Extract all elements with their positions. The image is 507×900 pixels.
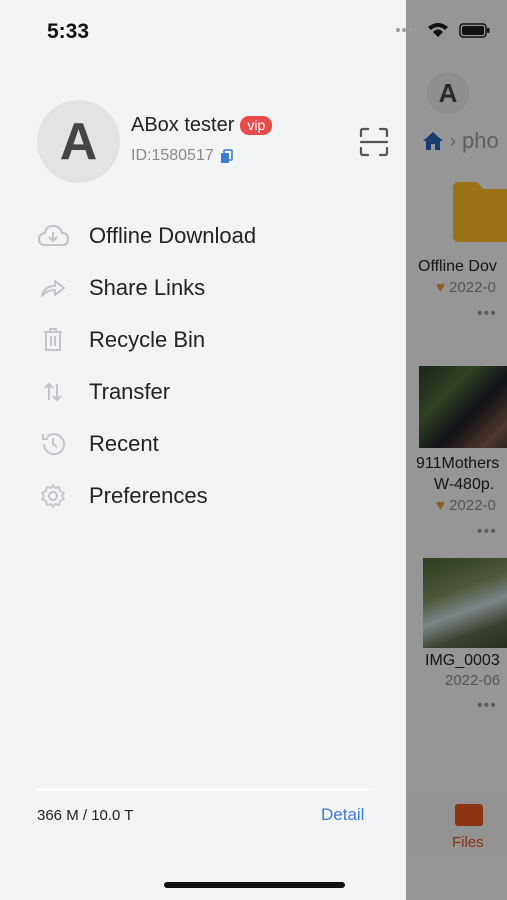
- scan-icon[interactable]: [358, 126, 390, 158]
- history-clock-icon: [37, 428, 69, 460]
- share-arrow-icon: [37, 272, 69, 304]
- cloud-download-icon: [37, 220, 69, 252]
- menu-label: Recent: [89, 431, 159, 456]
- avatar[interactable]: A: [37, 100, 120, 183]
- menu-label: Offline Download: [89, 223, 257, 248]
- user-name-row: ABox tester vip: [131, 114, 273, 137]
- user-id-row: ID:1580517: [131, 147, 233, 165]
- menu-item-share-links[interactable]: Share Links: [37, 262, 377, 314]
- signal-dots-icon: [396, 28, 417, 32]
- copy-icon[interactable]: [220, 148, 233, 164]
- storage-usage: 366 M / 10.0 T: [37, 807, 134, 824]
- gear-icon: [37, 480, 69, 512]
- detail-link[interactable]: Detail: [321, 805, 364, 825]
- battery-icon: [459, 22, 490, 38]
- menu-item-recent[interactable]: Recent: [37, 418, 377, 470]
- side-drawer: A ABox tester vip ID:1580517 Offline Dow…: [0, 0, 406, 900]
- menu-label: Preferences: [89, 483, 208, 508]
- drawer-menu: Offline Download Share Links Recycle Bin…: [37, 210, 377, 522]
- transfer-arrows-icon: [37, 376, 69, 408]
- menu-item-preferences[interactable]: Preferences: [37, 470, 377, 522]
- status-time: 5:33: [47, 20, 90, 43]
- user-id: ID:1580517: [131, 147, 214, 164]
- user-name: ABox tester: [131, 114, 235, 136]
- menu-item-offline-download[interactable]: Offline Download: [37, 210, 377, 262]
- trash-icon: [37, 324, 69, 356]
- wifi-icon: [428, 23, 448, 37]
- status-icons: [395, 22, 491, 38]
- menu-label: Transfer: [89, 379, 171, 404]
- dim-overlay[interactable]: [406, 0, 507, 900]
- menu-item-recycle-bin[interactable]: Recycle Bin: [37, 314, 377, 366]
- menu-item-transfer[interactable]: Transfer: [37, 366, 377, 418]
- menu-label: Recycle Bin: [89, 327, 206, 352]
- divider: [37, 788, 369, 791]
- home-indicator[interactable]: [164, 882, 345, 888]
- vip-badge: vip: [240, 116, 273, 135]
- menu-label: Share Links: [89, 275, 206, 300]
